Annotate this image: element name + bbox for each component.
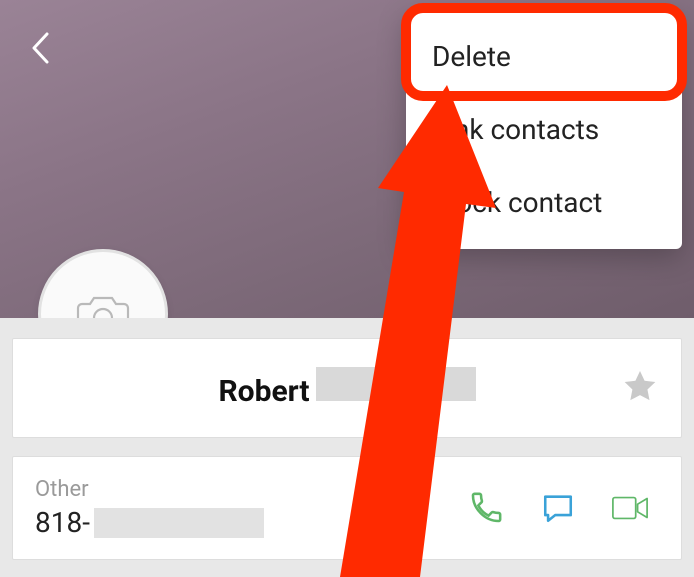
contact-detail-screen: Delete Link contacts Block contact Rober…	[0, 0, 694, 577]
message-button[interactable]	[539, 489, 577, 527]
star-icon	[621, 367, 659, 405]
menu-item-delete[interactable]: Delete	[406, 20, 682, 93]
contact-name-visible: Robert	[218, 374, 309, 409]
phone-number-visible: 818-	[35, 506, 90, 539]
redaction-block	[94, 508, 264, 538]
content-area: Robert Other 818-	[0, 318, 694, 577]
phone-info: Other 818-	[35, 477, 264, 539]
phone-card: Other 818-	[12, 456, 682, 560]
name-card: Robert	[12, 338, 682, 438]
video-icon	[611, 493, 649, 523]
favorite-toggle[interactable]	[621, 367, 659, 409]
overflow-menu: Delete Link contacts Block contact	[406, 10, 682, 249]
message-icon	[541, 491, 575, 525]
back-button[interactable]	[20, 28, 60, 68]
video-call-button[interactable]	[611, 489, 649, 527]
phone-action-row	[467, 489, 649, 527]
phone-type-label: Other	[35, 477, 264, 502]
menu-item-link-contacts[interactable]: Link contacts	[406, 93, 682, 166]
redaction-block	[316, 367, 476, 401]
contact-name: Robert	[218, 367, 475, 409]
phone-icon	[469, 491, 503, 525]
menu-item-block-contact[interactable]: Block contact	[406, 166, 682, 239]
call-button[interactable]	[467, 489, 505, 527]
chevron-left-icon	[29, 31, 51, 65]
